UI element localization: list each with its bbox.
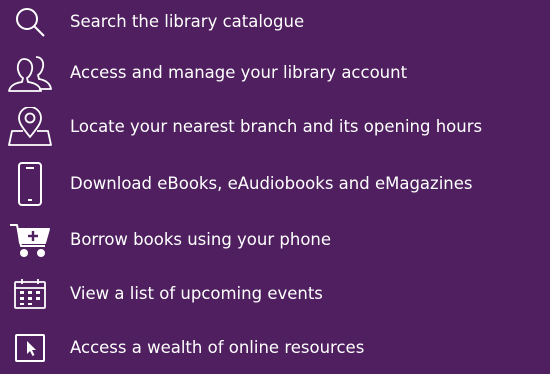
cursor-window-icon xyxy=(6,322,54,374)
shopping-cart-icon xyxy=(6,214,54,266)
feature-label: View a list of upcoming events xyxy=(70,284,323,303)
feature-label: Download eBooks, eAudiobooks and eMagazi… xyxy=(70,174,473,193)
people-icon xyxy=(6,47,54,99)
feature-resources: Access a wealth of online resources xyxy=(0,322,550,374)
smartphone-icon xyxy=(6,158,54,210)
feature-label: Access a wealth of online resources xyxy=(70,338,365,357)
feature-label: Locate your nearest branch and its openi… xyxy=(70,117,483,136)
calendar-icon xyxy=(6,268,54,320)
feature-label: Access and manage your library account xyxy=(70,63,408,82)
feature-branch: Locate your nearest branch and its openi… xyxy=(0,101,550,153)
feature-label: Borrow books using your phone xyxy=(70,230,332,249)
feature-events: View a list of upcoming events xyxy=(0,268,550,320)
location-pin-icon xyxy=(6,101,54,153)
feature-downloads: Download eBooks, eAudiobooks and eMagazi… xyxy=(0,158,550,210)
feature-label: Search the library catalogue xyxy=(70,12,305,31)
features-panel: Search the library catalogue Access and … xyxy=(0,0,550,362)
feature-borrow: Borrow books using your phone xyxy=(0,214,550,266)
feature-search: Search the library catalogue xyxy=(0,0,550,48)
feature-account: Access and manage your library account xyxy=(0,47,550,99)
search-icon xyxy=(6,0,54,48)
